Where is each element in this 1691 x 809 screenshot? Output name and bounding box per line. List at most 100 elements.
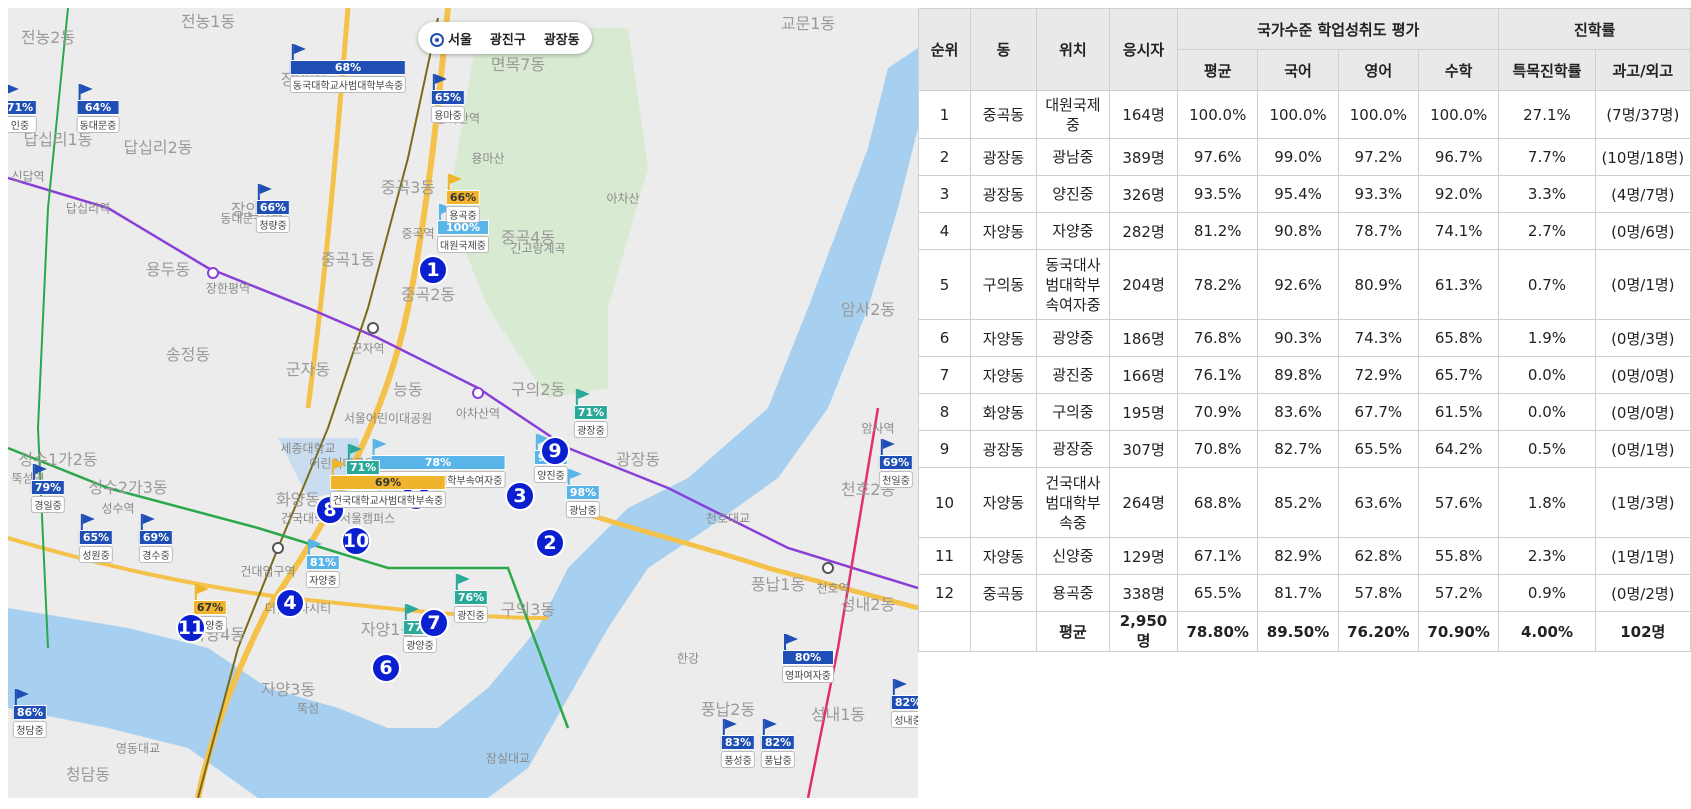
- table-row: 6 자양동 광양중 186명 76.8% 90.3% 74.3% 65.8% 1.9% (0명/3…: [917, 319, 1691, 357]
- school-pct: 80%: [782, 650, 834, 665]
- flag-icon: [575, 389, 590, 405]
- cell-dong: 자양동: [970, 467, 1037, 538]
- school-pct: 67%: [192, 600, 228, 615]
- school-name: 자양중: [305, 571, 341, 588]
- cell-n: 338명: [1108, 574, 1179, 612]
- school-flag[interactable]: 82%성내중: [890, 679, 918, 728]
- school-name: 광장중: [573, 421, 609, 438]
- flag-icon: [78, 84, 93, 100]
- rank-marker[interactable]: 9: [540, 436, 570, 466]
- cell-math: 65.7%: [1418, 356, 1500, 394]
- school-pct: 66%: [255, 200, 291, 215]
- school-flag[interactable]: 71% 광장중: [573, 389, 609, 438]
- table-avg-row: 평균 2,950명 78.80% 89.50% 76.20% 70.90% 4.00% 102…: [917, 611, 1691, 652]
- school-pct: 69%: [878, 455, 914, 470]
- cell-kor: 90.8%: [1257, 212, 1339, 250]
- school-flag[interactable]: 82% 풍납중: [760, 719, 796, 768]
- cell-eng: 93.3%: [1337, 175, 1420, 213]
- rank-marker[interactable]: 1: [418, 255, 448, 285]
- cell-rank: 3: [917, 175, 972, 213]
- table-row: 9 광장동 광장중 307명 70.8% 82.7% 65.5% 64.2% 0.5% (0명/1…: [917, 430, 1691, 468]
- cell-eng: 74.3%: [1337, 319, 1420, 357]
- cell-location: 광장중: [1035, 430, 1110, 468]
- cell-avg: 81.2%: [1177, 212, 1259, 250]
- school-flag[interactable]: 83% 풍성중: [720, 719, 756, 768]
- cell-eng: 67.7%: [1337, 393, 1420, 431]
- school-name: 동국대학교사범대학부속중: [289, 76, 407, 93]
- cell-location: 동국대사범대학부속여자중: [1035, 249, 1110, 320]
- table-row: 8 화양동 구의중 195명 70.9% 83.6% 67.7% 61.5% 0.0% (0명/0…: [917, 393, 1691, 431]
- flag-icon: [307, 539, 322, 555]
- school-flag[interactable]: 86% 청담중: [12, 689, 48, 738]
- cell-rank: 12: [917, 574, 972, 612]
- cell-kor: 82.7%: [1257, 430, 1339, 468]
- school-flag[interactable]: 79% 경일중: [30, 464, 66, 513]
- rank-marker[interactable]: 2: [535, 528, 565, 558]
- avg-cell-n: 2,950명: [1108, 611, 1179, 652]
- cell-sf: (0명/3명): [1594, 319, 1691, 357]
- rank-marker[interactable]: 7: [419, 608, 449, 638]
- region-district[interactable]: 광진구: [490, 29, 526, 48]
- flag-icon: [535, 434, 550, 450]
- rank-marker[interactable]: 6: [371, 653, 401, 683]
- school-name: 용곡중: [445, 206, 481, 223]
- table-row: 12 중곡동 용곡중 338명 65.5% 81.7% 57.8% 57.2% 0.9% (0명/…: [917, 574, 1691, 612]
- school-pct: 81%: [305, 555, 341, 570]
- flag-icon: [257, 184, 272, 200]
- school-flag[interactable]: 71% 인중: [8, 84, 38, 133]
- cell-avg: 68.8%: [1177, 467, 1259, 538]
- school-flag[interactable]: 66% 청량중: [255, 184, 291, 233]
- cell-kor: 85.2%: [1257, 467, 1339, 538]
- school-name: 광진중: [453, 606, 489, 623]
- cell-rank: 9: [917, 430, 972, 468]
- school-flag[interactable]: 65% 용마중: [430, 74, 466, 123]
- flag-icon: [347, 444, 362, 460]
- cell-avg: 97.6%: [1177, 138, 1259, 176]
- cell-eng: 63.6%: [1337, 467, 1420, 538]
- map-view[interactable]: 전농1동전농2동용두동답십리1동답십리2동장안1동장안2동면목7동교문1동중곡1…: [8, 8, 918, 798]
- rank-marker[interactable]: 11: [176, 613, 206, 643]
- cell-n: 204명: [1108, 249, 1179, 320]
- school-flag[interactable]: 66% 용곡중: [445, 174, 481, 223]
- table-row: 11 자양동 신양중 129명 67.1% 82.9% 62.8% 55.8% 2.3% (1명/…: [917, 537, 1691, 575]
- school-pct: 65%: [430, 90, 466, 105]
- cell-sf: (0명/2명): [1594, 574, 1691, 612]
- school-pct: 82%: [760, 735, 796, 750]
- header-examinees: 응시자: [1108, 8, 1179, 91]
- school-flag[interactable]: 69% 천일중: [878, 439, 914, 488]
- cell-special: 3.3%: [1498, 175, 1596, 213]
- rank-marker[interactable]: 3: [505, 481, 535, 511]
- region-dong[interactable]: 광장동: [544, 29, 580, 48]
- cell-rank: 8: [917, 393, 972, 431]
- school-flag[interactable]: 69% 건국대학교사범대학부속중: [329, 459, 447, 508]
- school-name: 성원중: [78, 546, 114, 563]
- cell-kor: 89.8%: [1257, 356, 1339, 394]
- cell-avg: 76.8%: [1177, 319, 1259, 357]
- school-flag[interactable]: 76% 광진중: [453, 574, 489, 623]
- cell-location: 양진중: [1035, 175, 1110, 213]
- school-flag[interactable]: 65% 성원중: [78, 514, 114, 563]
- rank-marker[interactable]: 10: [341, 526, 371, 556]
- school-name: 양진중: [533, 466, 569, 483]
- school-flag[interactable]: 69% 경수중: [138, 514, 174, 563]
- avg-cell-sf: 102명: [1594, 611, 1691, 652]
- school-flag[interactable]: 64% 동대문중: [76, 84, 120, 133]
- rank-marker[interactable]: 4: [275, 588, 305, 618]
- cell-n: 166명: [1108, 356, 1179, 394]
- region-breadcrumb[interactable]: 서울 광진구 광장동: [418, 22, 592, 54]
- school-flag[interactable]: 80% 영파여자중: [782, 634, 834, 683]
- cell-math: 61.3%: [1418, 249, 1500, 320]
- cell-avg: 100.0%: [1177, 90, 1259, 139]
- cell-rank: 6: [917, 319, 972, 357]
- cell-avg: 76.1%: [1177, 356, 1259, 394]
- school-flag[interactable]: 81% 자양중: [305, 539, 341, 588]
- cell-math: 96.7%: [1418, 138, 1500, 176]
- school-flag[interactable]: 68% 동국대학교사범대학부속중: [289, 44, 407, 93]
- school-ranking-table: 순위 동 위치 응시자 국가수준 학업성취도 평가 진학률 평균 국어 영어 수…: [917, 8, 1691, 652]
- school-flag[interactable]: 98% 광남중: [565, 469, 601, 518]
- school-name: 풍납중: [760, 751, 796, 768]
- school-name: 영파여자중: [782, 666, 834, 683]
- cell-special: 0.5%: [1498, 430, 1596, 468]
- location-target-icon[interactable]: 서울: [430, 29, 472, 48]
- flag-icon: [722, 719, 737, 735]
